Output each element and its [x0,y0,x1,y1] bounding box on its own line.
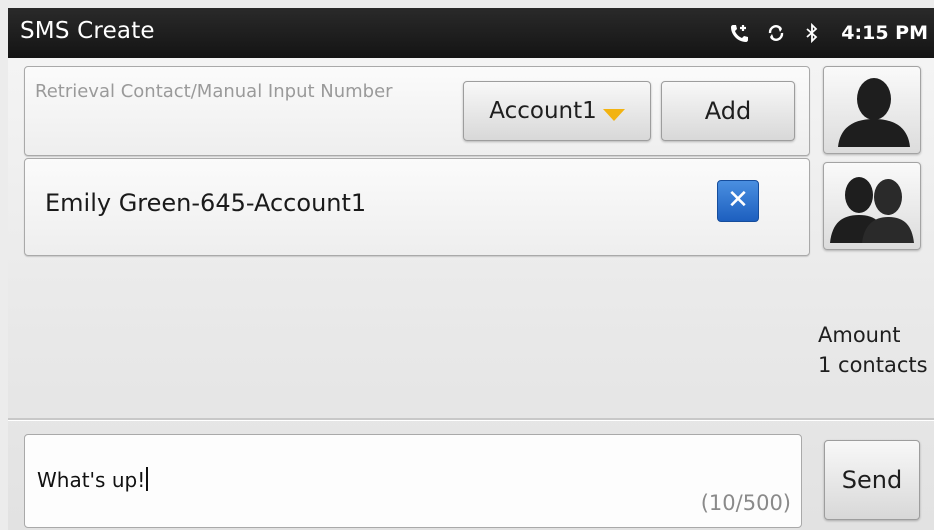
recipient-item: Emily Green-645-Account1 [45,189,367,217]
recipient-list: Emily Green-645-Account1 ✕ [24,158,810,256]
divider [8,418,934,421]
amount-label: Amount [818,323,901,347]
recipient-search-input[interactable]: Retrieval Contact/Manual Input Number [35,79,435,104]
close-icon[interactable]: ✕ [717,180,759,222]
title-bar: SMS Create 4:15 PM [8,8,934,58]
main-content: Retrieval Contact/Manual Input Number Ac… [8,58,934,530]
add-button-label: Add [704,97,752,125]
amount-value: 1 contacts [818,353,928,377]
send-button[interactable]: Send [824,440,920,520]
message-value: What's up! [37,468,146,492]
select-contact-button[interactable] [823,66,921,154]
account-select[interactable]: Account1 [463,81,651,141]
group-icon [830,177,914,243]
sync-icon [765,22,787,44]
status-icons: 4:15 PM [729,20,928,46]
person-icon [838,78,910,147]
character-counter: (10/500) [700,491,791,515]
call-forward-icon [729,22,751,44]
chevron-down-icon [602,109,625,121]
add-button[interactable]: Add [661,81,795,141]
select-group-button[interactable] [823,162,921,250]
clock: 4:15 PM [841,22,928,44]
page-title: SMS Create [20,18,155,44]
account-select-label: Account1 [489,98,597,124]
message-input[interactable]: What's up! (10/500) [24,434,802,528]
recipient-search-panel: Retrieval Contact/Manual Input Number Ac… [24,66,810,156]
amount-summary: Amount 1 contacts [818,320,928,380]
send-button-label: Send [841,466,903,494]
message-text: What's up! [37,467,149,492]
sms-create-screen: SMS Create 4:15 PM Retrieval Contact/Man… [0,0,934,530]
bluetooth-icon [801,22,823,44]
text-cursor [146,467,149,491]
